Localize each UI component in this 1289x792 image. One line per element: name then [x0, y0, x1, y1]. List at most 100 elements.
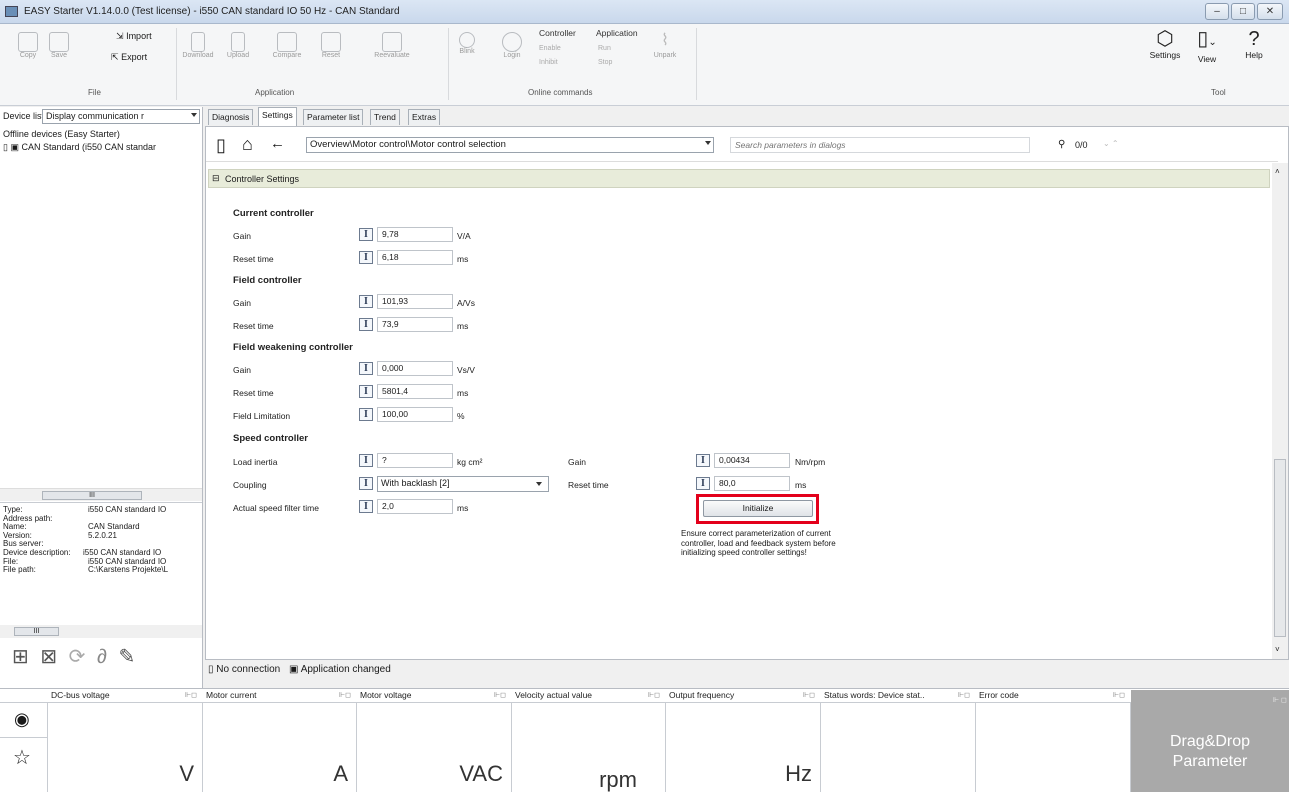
info-icon[interactable]: I — [696, 477, 710, 490]
pencil-icon[interactable]: ✎ — [118, 646, 135, 668]
monitor-cell[interactable]: VAC — [357, 702, 512, 792]
link-icon[interactable]: ∂ — [97, 646, 107, 668]
upload-button[interactable]: Upload — [224, 32, 252, 59]
reevaluate-button[interactable]: Reevaluate — [370, 32, 414, 59]
view-button[interactable]: ▯⌄ View — [1188, 28, 1226, 64]
tab-settings[interactable]: Settings — [258, 107, 297, 126]
monitor-cell[interactable]: rpm — [512, 702, 666, 792]
star-icon[interactable]: ☆ — [13, 745, 31, 770]
info-icon[interactable]: I — [359, 385, 373, 398]
current-reset-input[interactable]: 6,18 — [377, 250, 453, 265]
field-reset-input[interactable]: 73,9 — [377, 317, 453, 332]
login-button[interactable]: Login — [500, 32, 524, 59]
monitor-cell[interactable] — [821, 702, 976, 792]
breadcrumb-combo[interactable]: Overview\Motor control\Motor control sel… — [306, 137, 714, 153]
dragdrop-area[interactable]: Drag&Drop Parameter ⊩ ◻ — [1131, 690, 1289, 792]
speed-gain-input[interactable]: 0,00434 — [714, 453, 790, 468]
info-icon[interactable]: I — [359, 295, 373, 308]
pin-icon[interactable]: ⊩◻ — [185, 691, 197, 699]
scroll-up-icon[interactable]: ˄ — [1275, 167, 1280, 176]
display-combo[interactable]: Display communication r — [42, 109, 200, 124]
speed-reset-input[interactable]: 80,0 — [714, 476, 790, 491]
help-button[interactable]: ? Help — [1239, 28, 1269, 60]
settings-button[interactable]: ⬡ Settings — [1148, 28, 1182, 60]
pin-icon[interactable]: ⊩◻ — [494, 691, 506, 699]
sidebar-toggle-icon[interactable]: ▯ — [216, 136, 226, 154]
pin-icon[interactable]: ⊩◻ — [1113, 691, 1125, 699]
save-button[interactable]: Save — [47, 32, 71, 59]
info-icon[interactable]: I — [359, 477, 373, 490]
vertical-scrollbar[interactable]: ˄ ˅ — [1272, 163, 1288, 659]
field-gain-input[interactable]: 101,93 — [377, 294, 453, 309]
run-button[interactable]: Run — [598, 45, 611, 52]
fw-reset-input[interactable]: 5801,4 — [377, 384, 453, 399]
monitor-label[interactable]: Motor current — [206, 690, 257, 702]
export-button[interactable]: ⇱ Export — [111, 52, 147, 63]
info-icon[interactable]: I — [359, 362, 373, 375]
inhibit-button[interactable]: Inhibit — [539, 59, 558, 66]
unpark-button[interactable]: ⌇ Unpark — [650, 32, 680, 59]
horizontal-scrollbar[interactable]: III — [0, 625, 202, 638]
horizontal-scrollbar[interactable]: III — [0, 488, 202, 501]
info-icon[interactable]: I — [696, 454, 710, 467]
info-icon[interactable]: I — [359, 251, 373, 264]
info-icon[interactable]: I — [359, 454, 373, 467]
filter-input[interactable]: 2,0 — [377, 499, 453, 514]
pin-icon[interactable]: ⊩◻ — [339, 691, 351, 699]
scroll-down-icon[interactable]: ˅ — [1275, 645, 1280, 654]
scroll-thumb[interactable]: III — [42, 491, 142, 500]
refresh-icon[interactable]: ⟳ — [69, 646, 86, 668]
copy-button[interactable]: Copy — [16, 32, 40, 59]
coupling-select[interactable]: With backlash [2] — [377, 476, 549, 492]
monitor-label[interactable]: Error code — [979, 690, 1019, 702]
current-gain-input[interactable]: 9,78 — [377, 227, 453, 242]
enable-button[interactable]: Enable — [539, 45, 561, 52]
monitor-label[interactable]: Motor voltage — [360, 690, 412, 702]
monitor-cell[interactable]: Hz — [666, 702, 821, 792]
scroll-thumb[interactable] — [1274, 459, 1286, 637]
info-icon[interactable]: I — [359, 228, 373, 241]
monitor-cell[interactable]: V — [48, 702, 203, 792]
close-button[interactable]: ✕ — [1257, 3, 1283, 20]
info-icon[interactable]: I — [359, 408, 373, 421]
tab-trend[interactable]: Trend — [370, 109, 400, 125]
tree-root[interactable]: Offline devices (Easy Starter) — [3, 129, 120, 139]
search-input[interactable] — [730, 137, 1030, 153]
info-icon[interactable]: I — [359, 500, 373, 513]
initialize-button[interactable]: Initialize — [703, 500, 813, 517]
home-icon[interactable]: ⌂ — [242, 135, 253, 153]
blink-button[interactable]: Blink — [456, 32, 478, 55]
minimize-button[interactable]: – — [1205, 3, 1229, 20]
monitor-label[interactable]: Status words: Device stat.. — [824, 690, 925, 702]
reset-button[interactable]: Reset — [318, 32, 344, 59]
tab-parameter-list[interactable]: Parameter list — [303, 109, 364, 125]
import-button[interactable]: ⇲ Import — [116, 31, 152, 42]
download-button[interactable]: Download — [182, 32, 214, 59]
search-prev-next[interactable]: ⌄ ⌃ — [1103, 139, 1119, 148]
add-device-icon[interactable]: ⊞ — [12, 646, 29, 668]
back-arrow-icon[interactable]: ← — [270, 135, 285, 153]
compare-button[interactable]: Compare — [270, 32, 304, 59]
fw-limitation-input[interactable]: 100,00 — [377, 407, 453, 422]
stop-button[interactable]: Stop — [598, 59, 612, 66]
pin-icon[interactable]: ⊩◻ — [648, 691, 660, 699]
maximize-button[interactable]: □ — [1231, 3, 1255, 20]
pin-icon[interactable]: ⊩◻ — [958, 691, 970, 699]
chevron-down-icon[interactable] — [705, 141, 711, 145]
monitor-cell[interactable] — [976, 702, 1131, 792]
eye-icon[interactable]: ◉ — [14, 709, 30, 730]
pin-icon[interactable]: ⊩ ◻ — [1273, 691, 1287, 711]
collapse-icon[interactable]: ⊟ — [212, 173, 220, 184]
inertia-input[interactable]: ? — [377, 453, 453, 468]
monitor-label[interactable]: Output frequency — [669, 690, 734, 702]
tab-extras[interactable]: Extras — [408, 109, 441, 125]
info-icon[interactable]: I — [359, 318, 373, 331]
monitor-label[interactable]: DC-bus voltage — [51, 690, 110, 702]
search-icon[interactable]: ⚲ — [1058, 139, 1065, 150]
chevron-down-icon[interactable] — [536, 482, 542, 486]
monitor-cell[interactable]: A — [203, 702, 357, 792]
section-header[interactable]: ⊟ Controller Settings — [208, 169, 1270, 188]
pin-icon[interactable]: ⊩◻ — [803, 691, 815, 699]
monitor-label[interactable]: Velocity actual value — [515, 690, 592, 702]
remove-device-icon[interactable]: ⊠ — [40, 646, 57, 668]
